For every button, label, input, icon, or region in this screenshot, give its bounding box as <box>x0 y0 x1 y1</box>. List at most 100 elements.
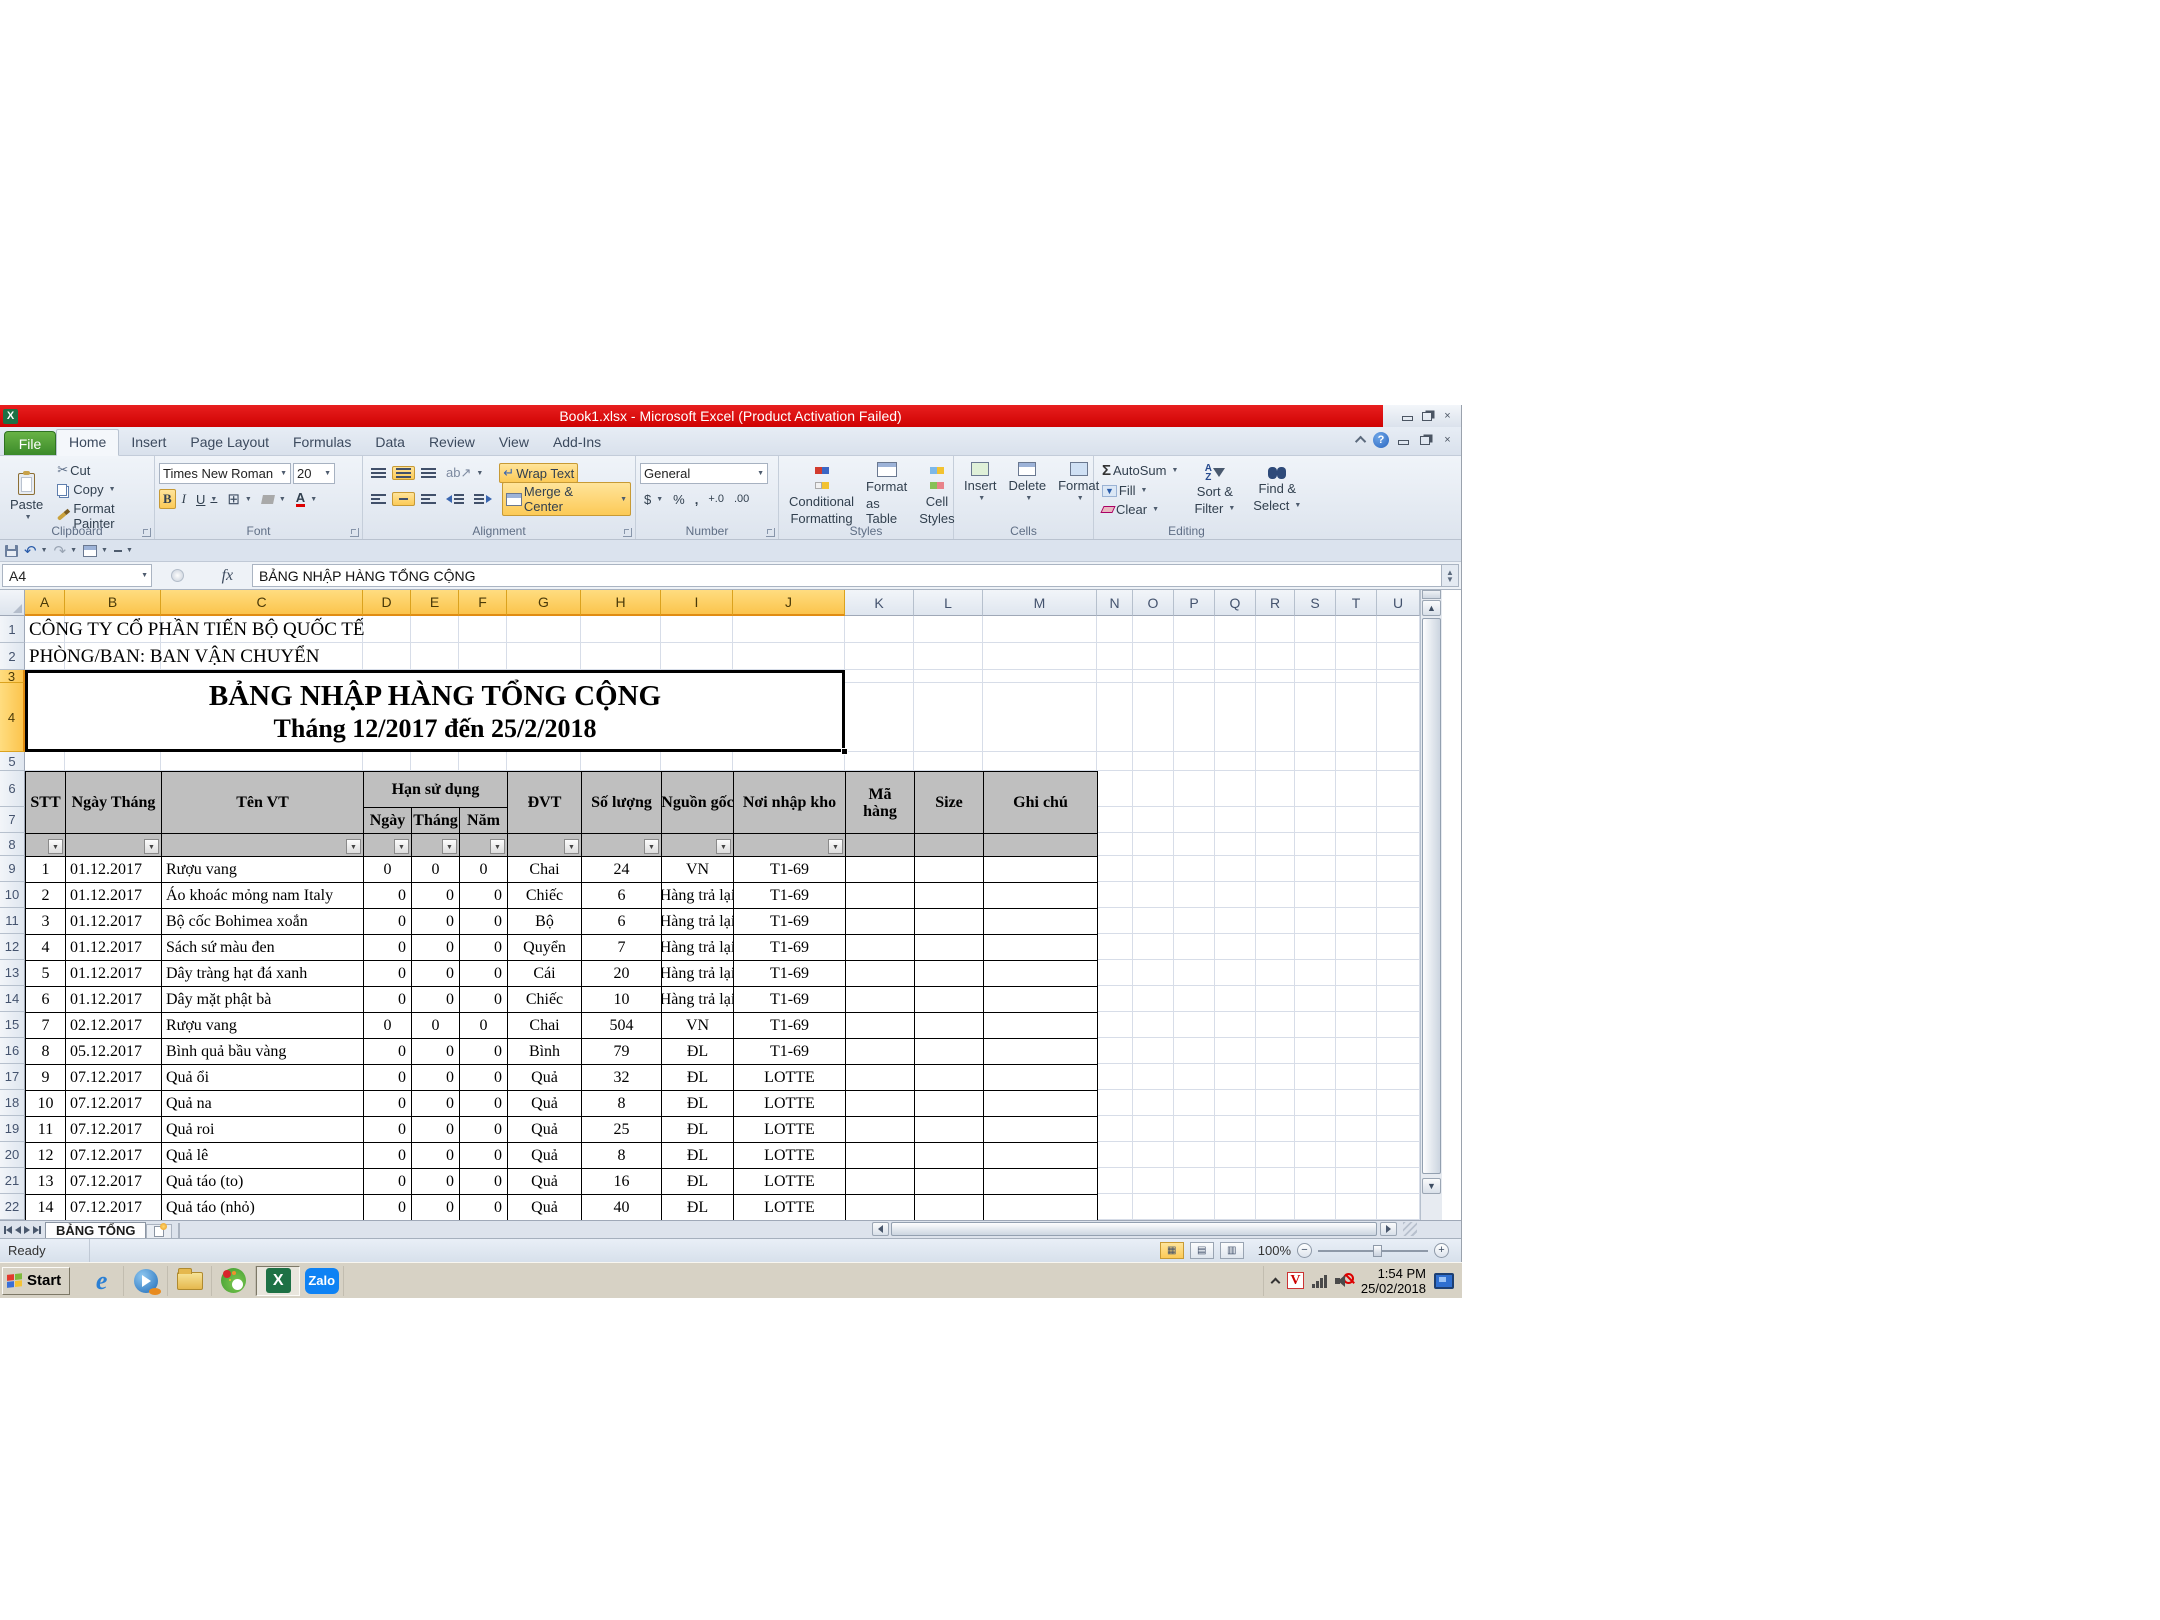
close-button[interactable]: × <box>1440 410 1455 422</box>
restore-button[interactable] <box>1420 410 1435 422</box>
cell-nguon-goc[interactable]: VN <box>662 857 734 883</box>
cell-ghi-chu[interactable] <box>984 987 1098 1013</box>
cell-ngay[interactable]: 0 <box>364 1117 412 1143</box>
underline-button[interactable]: U▼ <box>192 490 221 509</box>
format-as-table-button[interactable]: Formatas Table <box>860 460 913 528</box>
cell-date[interactable]: 07.12.2017 <box>66 1169 162 1195</box>
cell-nam[interactable]: 0 <box>460 857 508 883</box>
row-header-5[interactable]: 5 <box>0 752 25 771</box>
cell-so-luong[interactable]: 10 <box>582 987 662 1013</box>
cell-name[interactable]: Dây tràng hạt đá xanh <box>162 961 364 987</box>
cell-thang[interactable]: 0 <box>412 1143 460 1169</box>
cell-date[interactable]: 02.12.2017 <box>66 1013 162 1039</box>
name-box[interactable]: A4▼ <box>2 564 152 587</box>
autofilter-cell[interactable]: ▼ <box>662 834 734 857</box>
cell-so-luong[interactable]: 504 <box>582 1013 662 1039</box>
sheet-grid[interactable]: ABCDEFGHIJKLMNOPQRSTU 123456789101112131… <box>0 590 1461 1220</box>
cell-name[interactable]: Quả na <box>162 1091 364 1117</box>
ribbon-tab-data[interactable]: Data <box>363 430 417 455</box>
qat-customize-button[interactable]: ▼ <box>114 547 133 554</box>
cell-name[interactable]: Quả táo (nhỏ) <box>162 1195 364 1220</box>
split-box[interactable] <box>1422 590 1441 599</box>
normal-view-button[interactable]: ▦ <box>1160 1242 1184 1259</box>
cell-noi-nhap-kho[interactable]: T1-69 <box>734 1039 846 1065</box>
scroll-up-icon[interactable]: ▲ <box>1422 600 1441 616</box>
cell-dvt[interactable]: Bình <box>508 1039 582 1065</box>
cell-nam[interactable]: 0 <box>460 909 508 935</box>
cell-stt[interactable]: 11 <box>26 1117 66 1143</box>
clear-button[interactable]: Clear▼ <box>1098 500 1182 519</box>
cell-ghi-chu[interactable] <box>984 1039 1098 1065</box>
cell-ghi-chu[interactable] <box>984 857 1098 883</box>
autofilter-cell[interactable]: ▼ <box>460 834 508 857</box>
page-layout-view-button[interactable]: ▤ <box>1190 1242 1214 1259</box>
autofilter-cell[interactable] <box>846 834 915 857</box>
number-format-combo[interactable]: General▼ <box>640 463 768 484</box>
cell-noi-nhap-kho[interactable]: LOTTE <box>734 1117 846 1143</box>
cell-stt[interactable]: 8 <box>26 1039 66 1065</box>
formula-input[interactable]: BẢNG NHẬP HÀNG TỔNG CỘNG <box>252 564 1441 587</box>
cell-name[interactable]: Bình quả bầu vàng <box>162 1039 364 1065</box>
cell-dvt[interactable]: Quả <box>508 1065 582 1091</box>
row-header-10[interactable]: 10 <box>0 882 25 908</box>
cell-ngay[interactable]: 0 <box>364 1195 412 1220</box>
cell-nam[interactable]: 0 <box>460 987 508 1013</box>
workbook-restore-button[interactable] <box>1418 434 1433 446</box>
taskbar-media-player-button[interactable] <box>124 1266 168 1296</box>
cell-ma-hang[interactable] <box>846 1195 915 1220</box>
autofilter-cell[interactable] <box>915 834 984 857</box>
row-header-17[interactable]: 17 <box>0 1064 25 1090</box>
cell-ghi-chu[interactable] <box>984 1065 1098 1091</box>
increase-decimal-button[interactable]: +.0 <box>704 491 728 507</box>
cell-date[interactable]: 07.12.2017 <box>66 1195 162 1220</box>
cell-nguon-goc[interactable]: ĐL <box>662 1117 734 1143</box>
align-center-button[interactable] <box>392 492 415 506</box>
cell-noi-nhap-kho[interactable]: T1-69 <box>734 909 846 935</box>
tray-clock[interactable]: 1:54 PM 25/02/2018 <box>1361 1266 1426 1296</box>
cell-nam[interactable]: 0 <box>460 1117 508 1143</box>
row-header-9[interactable]: 9 <box>0 856 25 882</box>
cell-ngay[interactable]: 0 <box>364 1013 412 1039</box>
alignment-dialog-launcher[interactable] <box>623 528 632 537</box>
cell-nguon-goc[interactable]: ĐL <box>662 1039 734 1065</box>
font-size-combo[interactable]: 20▼ <box>293 463 335 484</box>
column-header-L[interactable]: L <box>914 590 983 616</box>
zoom-slider-thumb[interactable] <box>1373 1245 1382 1257</box>
start-button[interactable]: Start <box>2 1267 70 1295</box>
merge-center-button[interactable]: Merge & Center▼ <box>502 482 631 516</box>
header-han-su-dung[interactable]: Hạn sử dụng <box>364 772 508 808</box>
cell-so-luong[interactable]: 20 <box>582 961 662 987</box>
column-header-F[interactable]: F <box>459 590 507 616</box>
conditional-formatting-button[interactable]: ConditionalFormatting <box>783 460 860 528</box>
row-header-4[interactable]: 4 <box>0 683 25 752</box>
page-break-view-button[interactable]: ▥ <box>1220 1242 1244 1259</box>
cell-nguon-goc[interactable]: ĐL <box>662 1195 734 1220</box>
cell-so-luong[interactable]: 6 <box>582 883 662 909</box>
filter-dropdown-icon[interactable]: ▼ <box>144 839 159 854</box>
cell-noi-nhap-kho[interactable]: T1-69 <box>734 1013 846 1039</box>
cell-ngay[interactable]: 0 <box>364 1039 412 1065</box>
cell-date[interactable]: 01.12.2017 <box>66 857 162 883</box>
header-ma-hang[interactable]: Mãhàng <box>846 772 915 834</box>
cell-noi-nhap-kho[interactable]: T1-69 <box>734 961 846 987</box>
vertical-scroll-thumb[interactable] <box>1422 618 1441 1174</box>
cell-name[interactable]: Quả roi <box>162 1117 364 1143</box>
autosum-button[interactable]: ΣAutoSum▼ <box>1098 460 1182 481</box>
cell-date[interactable]: 01.12.2017 <box>66 935 162 961</box>
column-header-G[interactable]: G <box>507 590 581 616</box>
scroll-left-icon[interactable] <box>872 1222 889 1236</box>
cell-dvt[interactable]: Quả <box>508 1143 582 1169</box>
cell-ma-hang[interactable] <box>846 909 915 935</box>
wrap-text-button[interactable]: ↵Wrap Text <box>499 463 578 483</box>
row-header-2[interactable]: 2 <box>0 643 25 670</box>
cell-dvt[interactable]: Quả <box>508 1117 582 1143</box>
column-header-R[interactable]: R <box>1256 590 1295 616</box>
cell-nam[interactable]: 0 <box>460 1143 508 1169</box>
row-header-1[interactable]: 1 <box>0 616 25 643</box>
zoom-level[interactable]: 100% <box>1258 1243 1291 1258</box>
cell-so-luong[interactable]: 6 <box>582 909 662 935</box>
horizontal-scrollbar[interactable] <box>872 1222 1417 1238</box>
insert-worksheet-tab[interactable] <box>146 1224 172 1238</box>
cell-stt[interactable]: 14 <box>26 1195 66 1220</box>
cell-nguon-goc[interactable]: Hàng trả lại <box>662 961 734 987</box>
